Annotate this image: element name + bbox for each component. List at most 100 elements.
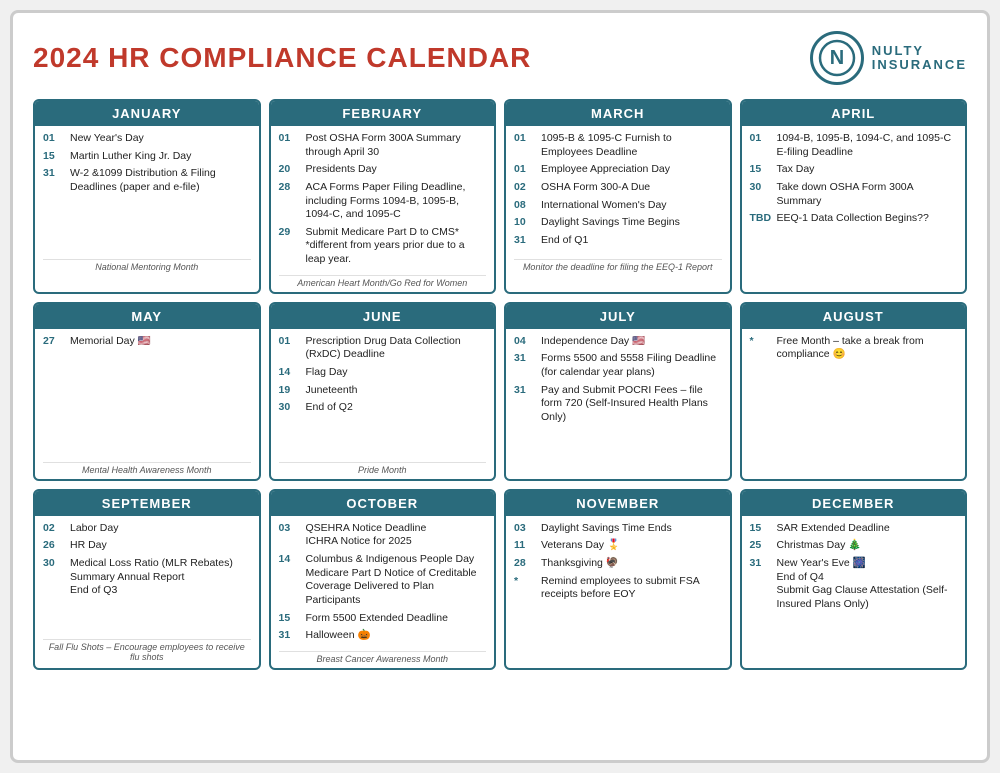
month-header: MAY bbox=[35, 304, 259, 329]
event-item: 01Employee Appreciation Day bbox=[514, 163, 722, 177]
month-card-april: APRIL011094-B, 1095-B, 1094-C, and 1095-… bbox=[740, 99, 968, 294]
event-text: International Women's Day bbox=[541, 199, 722, 213]
event-day: * bbox=[750, 335, 772, 362]
event-day: 15 bbox=[279, 612, 301, 626]
event-day: 01 bbox=[514, 132, 536, 159]
events-list: 01Post OSHA Form 300A Summary through Ap… bbox=[279, 132, 487, 271]
event-item: 25Christmas Day 🎄 bbox=[750, 539, 958, 553]
event-day: 27 bbox=[43, 335, 65, 349]
event-item: 08International Women's Day bbox=[514, 199, 722, 213]
month-body: 01Post OSHA Form 300A Summary through Ap… bbox=[271, 126, 495, 292]
event-text: Memorial Day 🇺🇸 bbox=[70, 335, 251, 349]
event-text: Halloween 🎃 bbox=[306, 629, 487, 643]
event-text: 1095-B & 1095-C Furnish to Employees Dea… bbox=[541, 132, 722, 159]
event-text: HR Day bbox=[70, 539, 251, 553]
event-text: Submit Medicare Part D to CMS**different… bbox=[306, 226, 487, 267]
event-item: 03 Daylight Savings Time Ends bbox=[514, 522, 722, 536]
event-day: 01 bbox=[750, 132, 772, 159]
event-day: 10 bbox=[514, 216, 536, 230]
event-day: 04 bbox=[514, 335, 536, 349]
event-text: QSEHRA Notice DeadlineICHRA Notice for 2… bbox=[306, 522, 487, 549]
event-text: Daylight Savings Time Ends bbox=[541, 522, 722, 536]
event-day: 31 bbox=[43, 167, 65, 194]
event-item: *Remind employees to submit FSA receipts… bbox=[514, 575, 722, 602]
month-card-july: JULY04Independence Day 🇺🇸31Forms 5500 an… bbox=[504, 302, 732, 481]
event-day: 03 bbox=[514, 522, 536, 536]
page: 2024 HR COMPLIANCE CALENDAR N NULTY INSU… bbox=[10, 10, 990, 763]
month-footer: National Mentoring Month bbox=[43, 259, 251, 272]
event-item: 27 Memorial Day 🇺🇸 bbox=[43, 335, 251, 349]
event-text: Veterans Day 🎖️ bbox=[541, 539, 722, 553]
event-item: 011094-B, 1095-B, 1094-C, and 1095-C E-f… bbox=[750, 132, 958, 159]
month-card-october: OCTOBER03QSEHRA Notice DeadlineICHRA Not… bbox=[269, 489, 497, 670]
event-item: 30 End of Q2 bbox=[279, 401, 487, 415]
event-text: New Year's Day bbox=[70, 132, 251, 146]
events-list: 01Prescription Drug Data Collection (RxD… bbox=[279, 335, 487, 458]
month-body: 01Prescription Drug Data Collection (RxD… bbox=[271, 329, 495, 479]
event-item: 02OSHA Form 300-A Due bbox=[514, 181, 722, 195]
events-list: 011095-B & 1095-C Furnish to Employees D… bbox=[514, 132, 722, 255]
month-card-september: SEPTEMBER02Labor Day26HR Day30Medical Lo… bbox=[33, 489, 261, 670]
event-text: Take down OSHA Form 300A Summary bbox=[777, 181, 958, 208]
event-day: 01 bbox=[43, 132, 65, 146]
event-text: Prescription Drug Data Collection (RxDC)… bbox=[306, 335, 487, 362]
event-day: 02 bbox=[514, 181, 536, 195]
event-text: W-2 &1099 Distribution & Filing Deadline… bbox=[70, 167, 251, 194]
month-body: 03 Daylight Savings Time Ends 11 Veterans D… bbox=[506, 516, 730, 666]
event-item: 31Forms 5500 and 5558 Filing Deadline (f… bbox=[514, 352, 722, 379]
event-item: *Free Month – take a break from complian… bbox=[750, 335, 958, 362]
month-header: AUGUST bbox=[742, 304, 966, 329]
month-header: JANUARY bbox=[35, 101, 259, 126]
month-footer: Pride Month bbox=[279, 462, 487, 475]
event-item: 15Tax Day bbox=[750, 163, 958, 177]
event-item: 26HR Day bbox=[43, 539, 251, 553]
event-text: Forms 5500 and 5558 Filing Deadline (for… bbox=[541, 352, 722, 379]
event-text: End of Q2 bbox=[306, 401, 487, 415]
events-list: 15SAR Extended Deadline25Christmas Day 🎄… bbox=[750, 522, 958, 662]
events-list: 03 Daylight Savings Time Ends 11 Veterans D… bbox=[514, 522, 722, 662]
event-text: Martin Luther King Jr. Day bbox=[70, 150, 251, 164]
event-day: 01 bbox=[279, 335, 301, 362]
event-item: 31End of Q1 bbox=[514, 234, 722, 248]
event-day: 03 bbox=[279, 522, 301, 549]
calendar-grid: JANUARY 01 New Year's Day 15 Martin Luther K… bbox=[33, 99, 967, 670]
event-text: SAR Extended Deadline bbox=[777, 522, 958, 536]
month-footer: Mental Health Awareness Month bbox=[43, 462, 251, 475]
event-text: Christmas Day 🎄 bbox=[777, 539, 958, 553]
event-item: 31Halloween 🎃 bbox=[279, 629, 487, 643]
page-title: 2024 HR COMPLIANCE CALENDAR bbox=[33, 42, 531, 74]
event-day: 19 bbox=[279, 384, 301, 398]
event-item: 14Flag Day bbox=[279, 366, 487, 380]
event-text: ACA Forms Paper Filing Deadline, includi… bbox=[306, 181, 487, 222]
event-day: 11 bbox=[514, 539, 536, 553]
event-item: 31W-2 &1099 Distribution & Filing Deadli… bbox=[43, 167, 251, 194]
month-header: DECEMBER bbox=[742, 491, 966, 516]
event-day: 30 bbox=[279, 401, 301, 415]
month-footer: Breast Cancer Awareness Month bbox=[279, 651, 487, 664]
events-list: 02Labor Day26HR Day30Medical Loss Ratio … bbox=[43, 522, 251, 635]
event-item: 04Independence Day 🇺🇸 bbox=[514, 335, 722, 349]
month-footer: American Heart Month/Go Red for Women bbox=[279, 275, 487, 288]
month-footer: Monitor the deadline for filing the EEQ-… bbox=[514, 259, 722, 272]
month-card-december: DECEMBER15SAR Extended Deadline25Christm… bbox=[740, 489, 968, 670]
event-text: Thanksgiving 🦃 bbox=[541, 557, 722, 571]
month-body: 04Independence Day 🇺🇸 31Forms 5500 and 55… bbox=[506, 329, 730, 479]
event-day: 20 bbox=[279, 163, 301, 177]
month-body: 03QSEHRA Notice DeadlineICHRA Notice for… bbox=[271, 516, 495, 668]
event-day: 29 bbox=[279, 226, 301, 267]
month-body: 011094-B, 1095-B, 1094-C, and 1095-C E-f… bbox=[742, 126, 966, 276]
event-day: 02 bbox=[43, 522, 65, 536]
header: 2024 HR COMPLIANCE CALENDAR N NULTY INSU… bbox=[33, 31, 967, 85]
event-item: 011095-B & 1095-C Furnish to Employees D… bbox=[514, 132, 722, 159]
event-day: 15 bbox=[750, 163, 772, 177]
event-text: Pay and Submit POCRI Fees – file form 72… bbox=[541, 384, 722, 425]
month-body: 011095-B & 1095-C Furnish to Employees D… bbox=[506, 126, 730, 276]
event-text: Columbus & Indigenous People DayMedicare… bbox=[306, 553, 487, 608]
month-card-november: NOVEMBER03Daylight Savings Time Ends11Ve… bbox=[504, 489, 732, 670]
logo-name: NULTY INSURANCE bbox=[872, 44, 967, 73]
event-text: New Year's Eve 🎆End of Q4Submit Gag Clau… bbox=[777, 557, 958, 612]
event-day: 31 bbox=[514, 234, 536, 248]
month-body: *Free Month – take a break from complian… bbox=[742, 329, 966, 479]
event-item: 31New Year's Eve 🎆End of Q4Submit Gag Cl… bbox=[750, 557, 958, 612]
event-day: 30 bbox=[750, 181, 772, 208]
